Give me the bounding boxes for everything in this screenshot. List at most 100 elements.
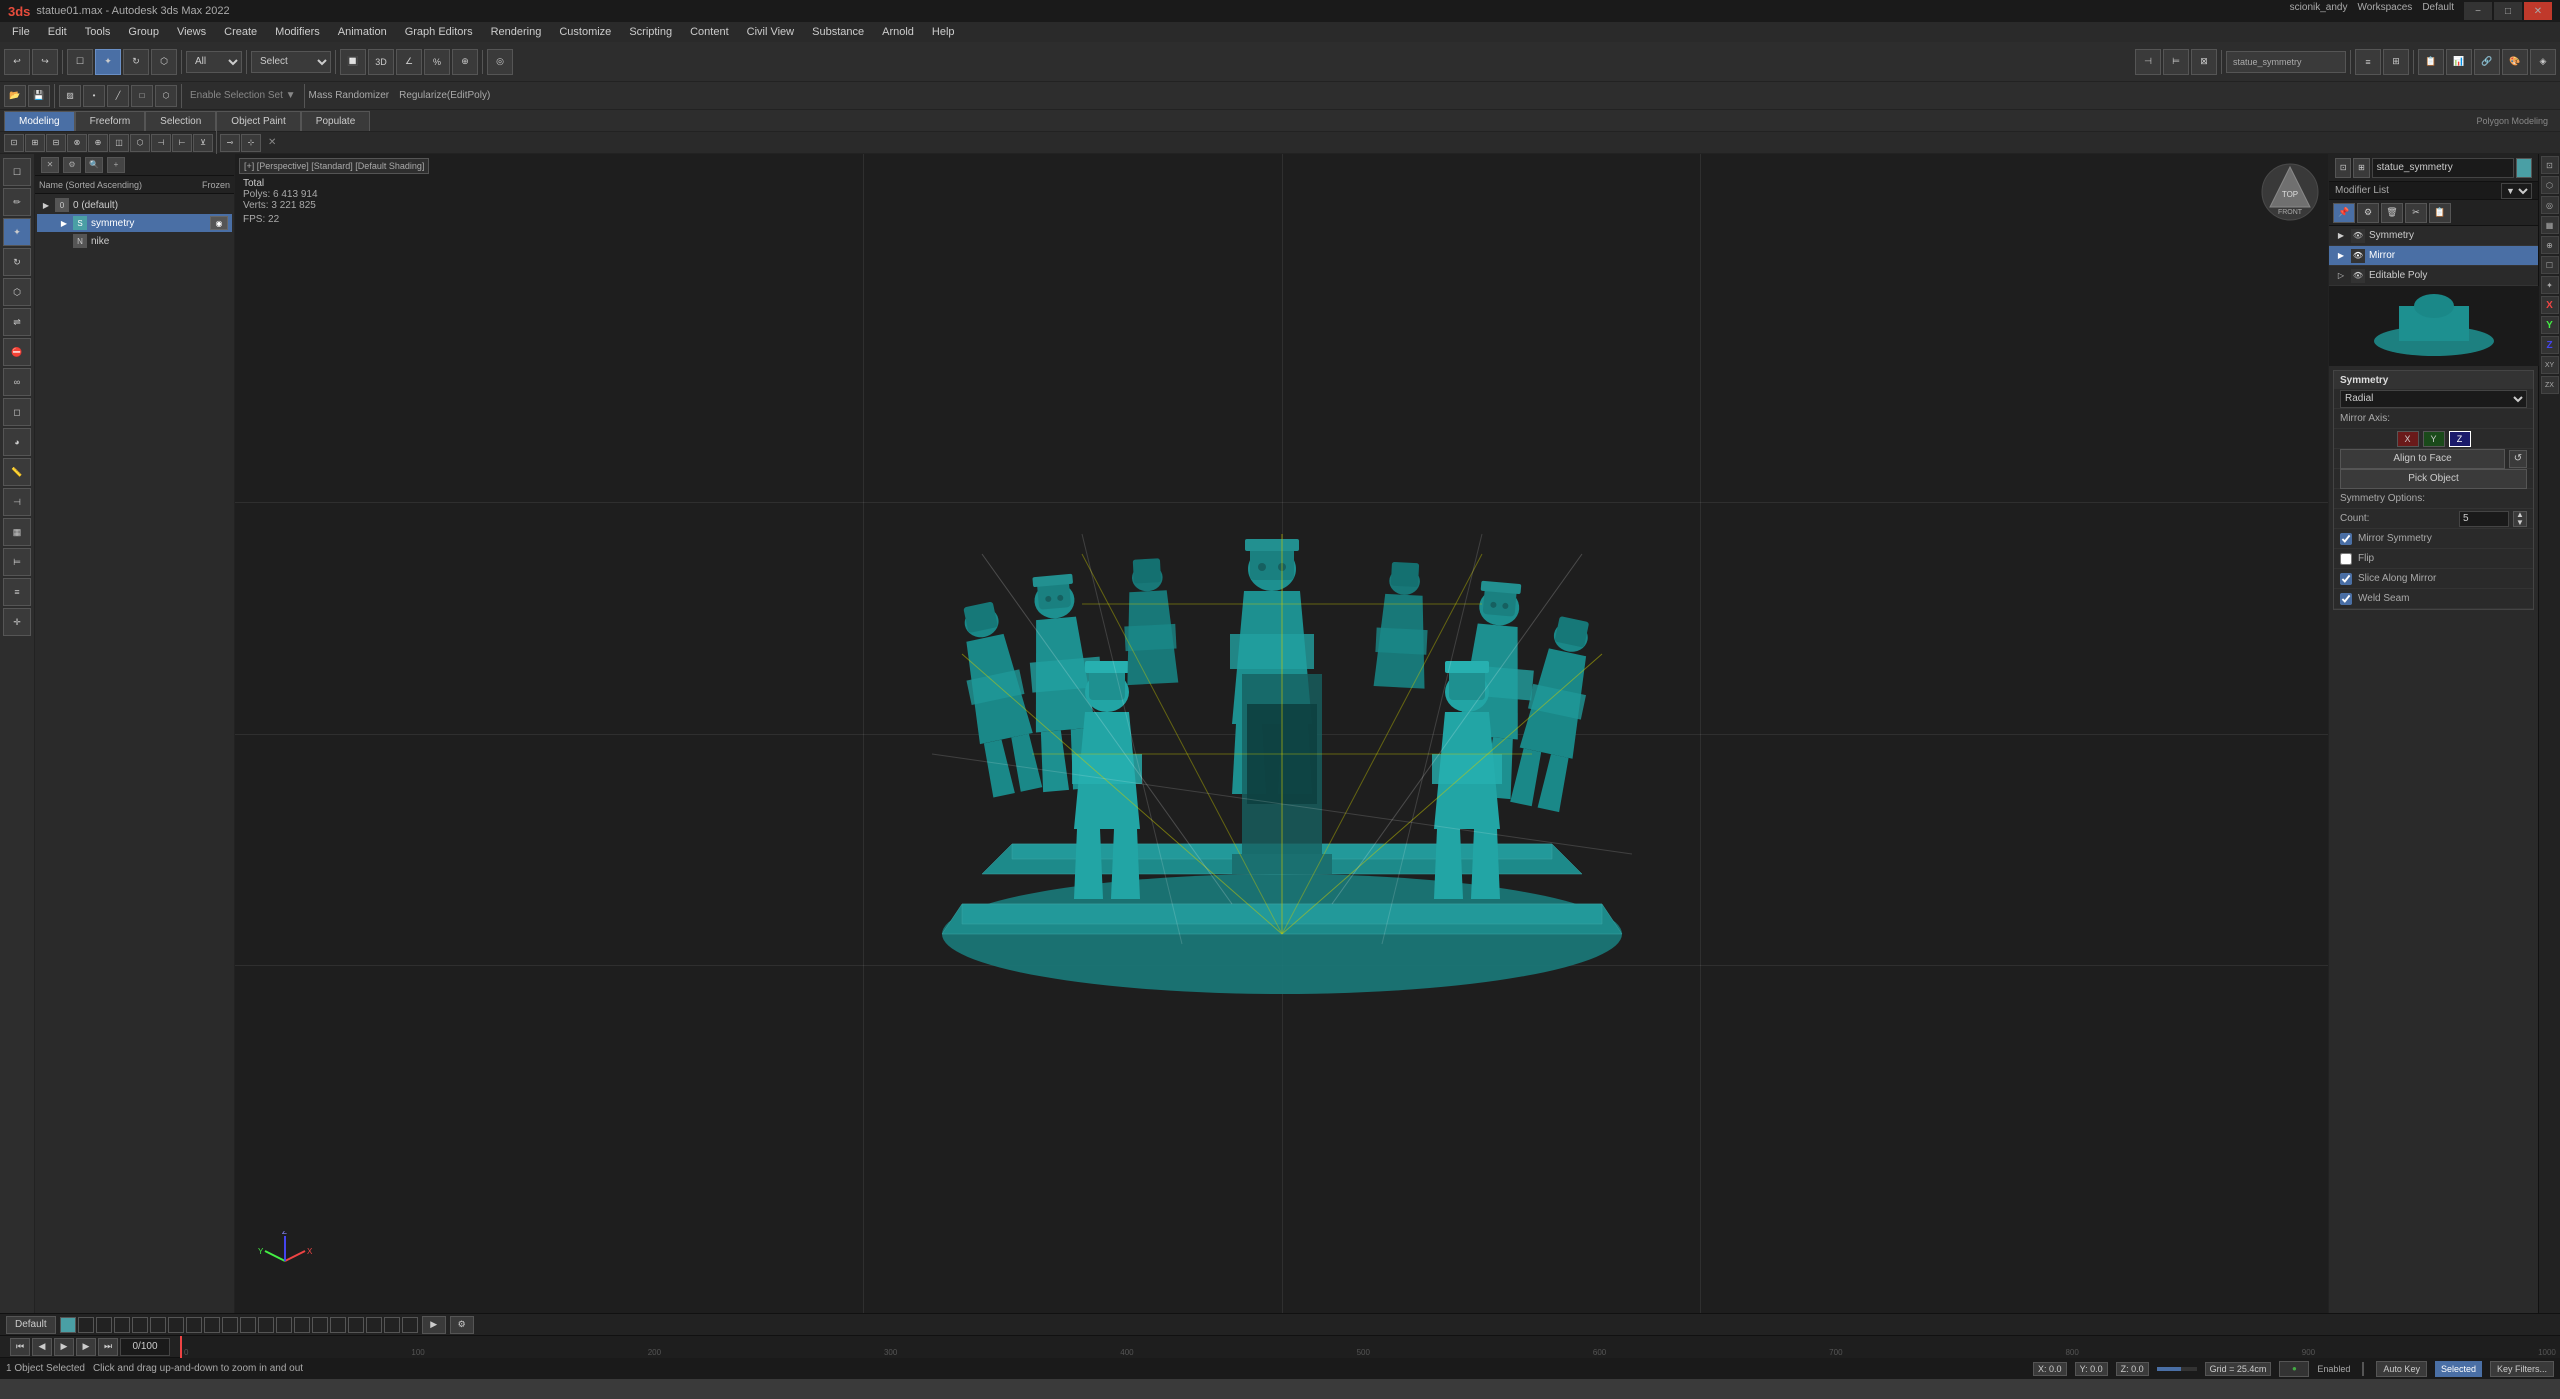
left-tool-select[interactable]: ☐ [3,158,31,186]
tree-item-symmetry[interactable]: ▶ S symmetry ◉ [37,214,232,232]
select-scale-button[interactable]: ⬡ [151,49,177,75]
redo-button[interactable]: ↪ [32,49,58,75]
menu-arnold[interactable]: Arnold [874,22,922,42]
modifier-dropdown[interactable]: ▼ [2501,183,2532,199]
left-tool-layer[interactable]: ≡ [3,578,31,606]
layer-square-16[interactable] [330,1317,346,1333]
count-spinner[interactable]: ▲ ▼ [2513,511,2527,527]
border-mode-btn[interactable]: □ [131,85,153,107]
modifier-eye-symmetry[interactable]: 👁 [2351,229,2365,243]
pm-btn-2[interactable]: ⊞ [25,134,45,152]
layer-square-4[interactable] [114,1317,130,1333]
timeline-area[interactable]: 0 100 200 300 400 500 600 700 800 900 10… [180,1335,2560,1357]
tree-visibility-btn[interactable]: ◉ [210,216,228,230]
menu-views[interactable]: Views [169,22,214,42]
left-tool-helpers[interactable]: ✛ [3,608,31,636]
rv-icon-4[interactable]: ▦ [2541,216,2559,234]
pm-btn-6[interactable]: ◫ [109,134,129,152]
left-tool-paint[interactable]: ◕ [3,428,31,456]
angle-snap-button[interactable]: ∠ [396,49,422,75]
layer-square-12[interactable] [258,1317,274,1333]
left-tool-array[interactable]: ▦ [3,518,31,546]
snap-toggle-button[interactable]: 🔲 [340,49,366,75]
tab-object-paint[interactable]: Object Paint [216,111,300,131]
modifier-expand-editable-poly[interactable]: ▷ [2335,270,2347,282]
mirror-button[interactable]: ⊣ [2135,49,2161,75]
pm-btn-3[interactable]: ⊟ [46,134,66,152]
object-color-button[interactable] [2516,158,2532,178]
tab-modeling[interactable]: Modeling [4,111,75,131]
layer-settings-btn[interactable]: ⚙ [450,1316,474,1334]
menu-edit[interactable]: Edit [40,22,75,42]
tree-expand-default[interactable]: ▶ [41,200,51,210]
layer-square-15[interactable] [312,1317,328,1333]
layer-toggle-btn[interactable]: ▶ [422,1316,446,1334]
vertex-mode-btn[interactable]: • [83,85,105,107]
rv-icon-ZX[interactable]: ZX [2541,376,2559,394]
modifier-expand-symmetry[interactable]: ▶ [2335,230,2347,242]
scene-settings-btn[interactable]: ⚙ [63,157,81,173]
rv-icon-Z[interactable]: Z [2541,336,2559,354]
rp-icon-1[interactable]: ⊡ [2335,158,2351,178]
left-tool-rotate[interactable]: ↻ [3,248,31,276]
layer-square-14[interactable] [294,1317,310,1333]
layer-square-8[interactable] [186,1317,202,1333]
modifier-item-mirror[interactable]: ▶ 👁 Mirror [2329,246,2538,266]
left-tool-measure[interactable]: 📏 [3,458,31,486]
auto-key-button[interactable]: Auto Key [2376,1361,2427,1377]
mt-pin-btn[interactable]: 📌 [2333,203,2355,223]
menu-content[interactable]: Content [682,22,737,42]
undo-button[interactable]: ↩ [4,49,30,75]
pm-btn-7[interactable]: ⬡ [130,134,150,152]
rv-icon-XY[interactable]: XY [2541,356,2559,374]
count-input[interactable] [2459,511,2509,527]
mirror-type-dropdown[interactable]: Radial Mirror [2340,390,2527,408]
pick-object-button[interactable]: Pick Object [2340,469,2527,489]
pm-btn-10[interactable]: ⊻ [193,134,213,152]
left-tool-scale[interactable]: ⬡ [3,278,31,306]
weld-seam-checkbox[interactable] [2340,593,2352,605]
scene-manager-button[interactable]: 📋 [2418,49,2444,75]
mode-dropdown[interactable]: Select [251,51,331,73]
pm-btn-11[interactable]: ⊸ [220,134,240,152]
pm-btn-9[interactable]: ⊢ [172,134,192,152]
tc-go-start[interactable]: ⏮ [10,1338,30,1356]
left-tool-mirror2[interactable]: ⊣ [3,488,31,516]
pm-btn-12[interactable]: ⊹ [241,134,261,152]
element-mode-btn[interactable]: ⬡ [155,85,177,107]
menu-group[interactable]: Group [120,22,167,42]
pm-btn-1[interactable]: ⊡ [4,134,24,152]
menu-create[interactable]: Create [216,22,265,42]
menu-customize[interactable]: Customize [551,22,619,42]
file-save-button[interactable]: 💾 [28,85,50,107]
snap-3d-button[interactable]: 3D [368,49,394,75]
rv-icon-X[interactable]: X [2541,296,2559,314]
track-view-button[interactable]: 📊 [2446,49,2472,75]
layer-dropdown-button[interactable]: Default [6,1316,56,1334]
left-tool-link[interactable]: ⇌ [3,308,31,336]
menu-help[interactable]: Help [924,22,963,42]
mt-settings-btn[interactable]: ⚙ [2357,203,2379,223]
menu-animation[interactable]: Animation [330,22,395,42]
modifier-item-symmetry[interactable]: ▶ 👁 Symmetry [2329,226,2538,246]
schematic-view-button[interactable]: 🔗 [2474,49,2500,75]
layer-square-2[interactable] [78,1317,94,1333]
menu-tools[interactable]: Tools [77,22,119,42]
left-tool-shapes[interactable]: ◻ [3,398,31,426]
layer-square-18[interactable] [366,1317,382,1333]
isolate-button[interactable]: ◎ [487,49,513,75]
menu-scripting[interactable]: Scripting [621,22,680,42]
rv-icon-3[interactable]: ◎ [2541,196,2559,214]
flip-checkbox[interactable] [2340,553,2352,565]
left-tool-unlink[interactable]: ⛔ [3,338,31,366]
rv-icon-7[interactable]: ✦ [2541,276,2559,294]
layer-square-11[interactable] [240,1317,256,1333]
mt-cut-btn[interactable]: ✂ [2405,203,2427,223]
file-open-button[interactable]: 📂 [4,85,26,107]
scene-close-btn[interactable]: ✕ [41,157,59,173]
align-button[interactable]: ⊨ [2163,49,2189,75]
mt-delete-btn[interactable]: 🗑 [2381,203,2403,223]
color-clipboard-button[interactable]: 🎨 [2502,49,2528,75]
tc-play[interactable]: ▶ [54,1338,74,1356]
left-tool-move[interactable]: ✦ [3,218,31,246]
